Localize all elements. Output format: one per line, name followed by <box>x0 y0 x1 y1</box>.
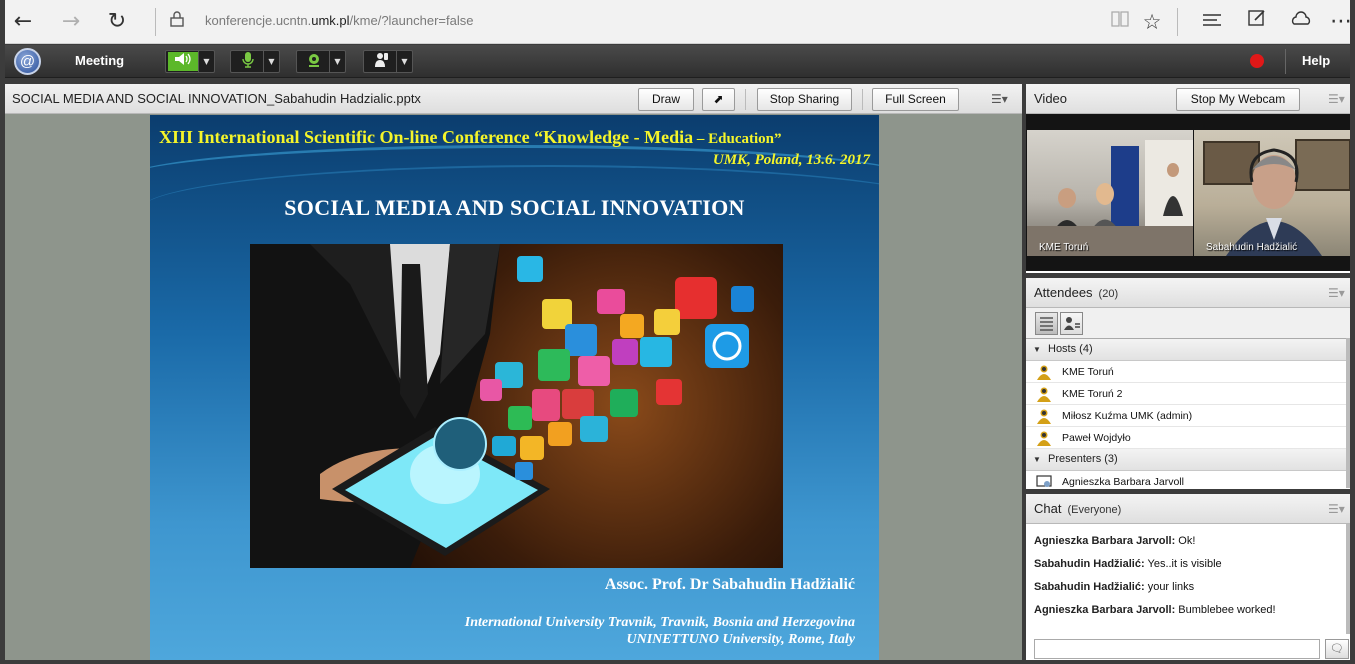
chat-scope: (Everyone) <box>1067 504 1122 516</box>
shared-file-title: SOCIAL MEDIA AND SOCIAL INNOVATION_Sabah… <box>12 91 421 106</box>
video-feed-kme[interactable]: KME Toruń <box>1027 130 1193 256</box>
presentation-slide: XIII International Scientific On-line Co… <box>150 115 879 660</box>
attendees-count: (20) <box>1098 288 1119 300</box>
send-message-button[interactable]: 🗨 <box>1325 639 1349 659</box>
stop-sharing-button[interactable]: Stop Sharing <box>757 88 852 111</box>
attendees-pod: Attendees (20) ☰▾ ▼ Hosts (4) KME Toruń KM… <box>1026 278 1350 489</box>
slide-conference-name: XIII International Scientific On-line Co… <box>159 127 782 147</box>
share-icon[interactable] <box>1287 8 1315 36</box>
slide-illustration <box>250 244 783 568</box>
address-bar[interactable]: konferencje.ucntn.umk.pl/kme/?launcher=f… <box>205 13 473 28</box>
microphone-icon <box>233 52 263 71</box>
raise-hand-control[interactable]: ▼ <box>363 50 413 73</box>
attendee-list: ▼ Hosts (4) KME Toruń KME Toruń 2 Miłosz … <box>1026 338 1350 488</box>
share-pod: SOCIAL MEDIA AND SOCIAL INNOVATION_Sabah… <box>5 84 1022 660</box>
attendee-row[interactable]: KME Toruń <box>1026 361 1350 383</box>
browser-toolbar: ← → ↻ konferencje.ucntn.umk.pl/kme/?laun… <box>5 0 1352 44</box>
forward-icon[interactable]: → <box>57 8 85 36</box>
attendee-status-view-icon[interactable] <box>1060 312 1083 335</box>
host-user-icon <box>1037 365 1051 380</box>
status-person-icon <box>366 52 396 71</box>
lock-icon <box>163 8 191 36</box>
attendee-row[interactable]: KME Toruń 2 <box>1026 383 1350 405</box>
attendee-row[interactable]: Paweł Wojdyło <box>1026 427 1350 449</box>
record-indicator-icon[interactable] <box>1250 54 1264 68</box>
presenter-user-icon <box>1036 475 1052 487</box>
favorite-star-icon[interactable]: ☆ <box>1138 8 1166 36</box>
video-pod-title: Video <box>1034 91 1068 106</box>
speaker-icon <box>168 52 198 71</box>
stop-webcam-button[interactable]: Stop My Webcam <box>1176 88 1300 111</box>
slide-affiliation-2: UNINETTUNO University, Rome, Italy <box>626 632 855 647</box>
chevron-down-icon[interactable]: ▼ <box>396 51 412 72</box>
pod-menu-icon[interactable]: ☰▾ <box>991 92 1008 106</box>
attendees-view-toolbar <box>1026 308 1350 338</box>
chat-message-list: Agnieszka Barbara Jarvoll: Ok! Sabahudin… <box>1026 524 1348 634</box>
video-feed-label: KME Toruń <box>1039 242 1089 253</box>
chat-scrollbar[interactable] <box>1346 524 1350 634</box>
pod-menu-icon[interactable]: ☰▾ <box>1328 502 1345 516</box>
attendees-pod-header: Attendees (20) ☰▾ <box>1026 278 1350 308</box>
webcam-icon <box>299 52 329 71</box>
group-presenters[interactable]: ▼ Presenters (3) <box>1026 449 1350 471</box>
chat-title: Chat <box>1034 501 1062 516</box>
microphone-control[interactable]: ▼ <box>230 50 280 73</box>
video-pod: Video Stop My Webcam ☰▾ KME Toruń Sabahu… <box>1026 84 1350 273</box>
meeting-menu[interactable]: Meeting <box>75 53 124 68</box>
speech-bubble-icon: 🗨 <box>1330 642 1344 655</box>
chevron-down-icon[interactable]: ▼ <box>198 51 214 72</box>
sync-view-button[interactable]: ⬈ <box>702 88 735 111</box>
chevron-down-icon[interactable]: ▼ <box>263 51 279 72</box>
share-pod-header: SOCIAL MEDIA AND SOCIAL INNOVATION_Sabah… <box>5 84 1022 114</box>
adobe-connect-logo[interactable]: @ <box>14 48 41 75</box>
group-hosts[interactable]: ▼ Hosts (4) <box>1026 339 1350 361</box>
pod-menu-icon[interactable]: ☰▾ <box>1328 92 1345 106</box>
chat-pod: Chat (Everyone) ☰▾ Agnieszka Barbara Jarv… <box>1026 494 1350 660</box>
chat-input[interactable] <box>1034 639 1320 659</box>
slide-location-date: UMK, Poland, 13.6. 2017 <box>712 152 870 168</box>
speaker-control[interactable]: ▼ <box>165 50 215 73</box>
host-user-icon <box>1037 431 1051 446</box>
expand-triangle-icon[interactable]: ▼ <box>1033 449 1041 470</box>
resize-arrow-icon: ⬈ <box>713 92 724 106</box>
video-area: KME Toruń Sabahudin Hadžialić <box>1026 114 1350 271</box>
chat-pod-header: Chat (Everyone) ☰▾ <box>1026 494 1350 524</box>
chevron-down-icon[interactable]: ▼ <box>329 51 345 72</box>
full-screen-button[interactable]: Full Screen <box>872 88 959 111</box>
expand-triangle-icon[interactable]: ▼ <box>1033 339 1041 360</box>
refresh-icon[interactable]: ↻ <box>103 8 131 36</box>
slide-title: SOCIAL MEDIA AND SOCIAL INNOVATION <box>284 195 745 220</box>
web-note-icon[interactable] <box>1243 8 1271 36</box>
list-view-icon[interactable] <box>1035 312 1058 335</box>
slide-author: Assoc. Prof. Dr Sabahudin Hadžialić <box>604 576 855 593</box>
draw-button[interactable]: Draw <box>638 88 694 111</box>
host-user-icon <box>1037 409 1051 424</box>
attendee-row[interactable]: Miłosz Kuźma UMK (admin) <box>1026 405 1350 427</box>
chat-message: Sabahudin Hadžialić: Yes..it is visible <box>1034 558 1222 570</box>
chat-message: Agnieszka Barbara Jarvoll: Bumblebee wor… <box>1034 604 1276 616</box>
back-icon[interactable]: ← <box>9 8 37 36</box>
help-menu[interactable]: Help <box>1302 53 1330 68</box>
pod-menu-icon[interactable]: ☰▾ <box>1328 286 1345 300</box>
chat-message: Agnieszka Barbara Jarvoll: Ok! <box>1034 535 1196 547</box>
video-pod-header: Video Stop My Webcam ☰▾ <box>1026 84 1350 114</box>
attendee-scrollbar[interactable] <box>1346 338 1350 488</box>
more-icon[interactable]: ⋯ <box>1327 8 1355 36</box>
slide-affiliation-1: International University Travnik, Travni… <box>464 615 855 630</box>
attendees-title: Attendees <box>1034 285 1093 300</box>
host-user-icon <box>1037 387 1051 402</box>
meeting-toolbar: @ Meeting ▼ ▼ ▼ ▼ Help <box>5 45 1350 78</box>
webcam-control[interactable]: ▼ <box>296 50 346 73</box>
reading-view-icon[interactable] <box>1106 8 1134 36</box>
hub-icon[interactable] <box>1198 8 1226 36</box>
video-feed-label: Sabahudin Hadžialić <box>1206 242 1298 253</box>
attendee-row[interactable]: Agnieszka Barbara Jarvoll <box>1026 471 1350 488</box>
chat-message: Sabahudin Hadžialić: your links <box>1034 581 1195 593</box>
video-feed-presenter[interactable]: Sabahudin Hadžialić <box>1194 130 1350 256</box>
app-window: ← → ↻ konferencje.ucntn.umk.pl/kme/?laun… <box>0 0 1355 664</box>
